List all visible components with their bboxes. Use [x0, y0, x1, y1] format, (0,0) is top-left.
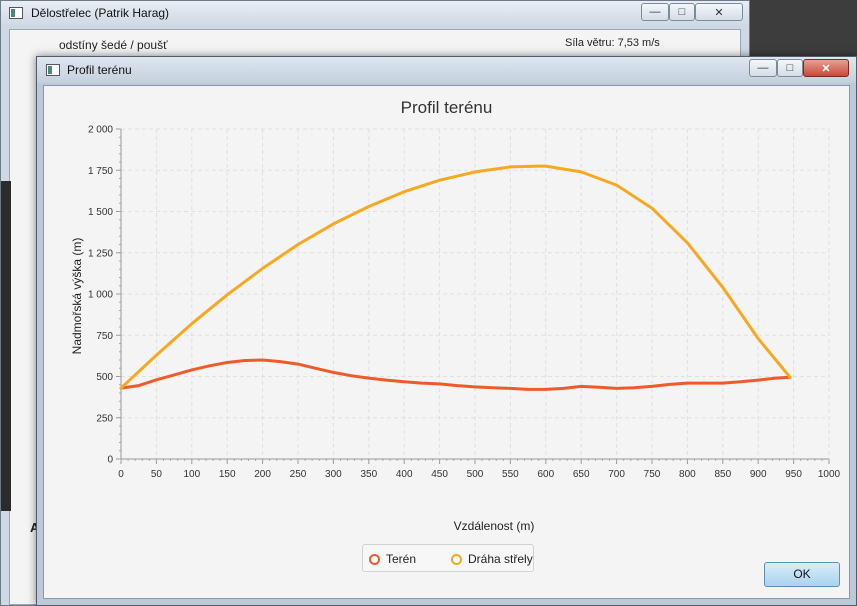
legend-item-terrain: Terén: [369, 552, 416, 566]
minimize-button[interactable]: —: [749, 59, 777, 77]
y-tick-label: 0: [107, 455, 113, 466]
trajectory-line: [119, 164, 792, 390]
x-tick-label: 0: [118, 469, 124, 480]
background-titlebar: Dělostřelec (Patrik Harag) — □ ✕: [1, 1, 749, 27]
y-tick-label: 250: [96, 413, 113, 424]
terrain-line: [119, 358, 792, 391]
minimize-button[interactable]: —: [641, 3, 669, 21]
x-tick-label: 700: [608, 469, 625, 480]
wind-label: Síla větru: 7,53 m/s: [565, 37, 660, 49]
y-tick-label: 1 500: [88, 207, 113, 218]
legend-marker-trajectory: [451, 553, 462, 565]
y-tick-label: 1 750: [88, 166, 113, 177]
close-icon: ✕: [714, 6, 724, 19]
maximize-icon: □: [786, 62, 794, 74]
x-tick-label: 550: [502, 469, 519, 480]
x-axis-label: Vzdálenost (m): [453, 519, 535, 533]
minimize-icon: —: [757, 62, 769, 74]
palette-label[interactable]: odstíny šedé / poušť: [59, 38, 168, 52]
x-tick-label: 600: [537, 469, 554, 480]
dialog-titlebar: Profil terénu — □ ✕: [37, 57, 856, 83]
close-icon: ✕: [821, 62, 831, 75]
x-tick-label: 300: [325, 469, 342, 480]
legend-marker-terrain: [369, 553, 380, 565]
maximize-button[interactable]: □: [777, 59, 803, 77]
x-tick-label: 650: [573, 469, 590, 480]
y-tick-label: 500: [96, 372, 113, 383]
x-tick-label: 450: [431, 469, 448, 480]
x-tick-label: 900: [750, 469, 767, 480]
x-tick-label: 250: [290, 469, 307, 480]
x-tick-label: 100: [183, 469, 200, 480]
y-tick-label: 1 250: [88, 248, 113, 259]
y-tick-label: 1 000: [88, 290, 113, 301]
dialog-title: Profil terénu: [67, 63, 132, 77]
x-tick-label: 500: [467, 469, 484, 480]
y-tick-label: 2 000: [88, 125, 113, 136]
maximize-button[interactable]: □: [669, 3, 695, 21]
x-tick-label: 200: [254, 469, 271, 480]
close-button[interactable]: ✕: [695, 3, 743, 21]
app-icon: [46, 64, 60, 76]
close-button[interactable]: ✕: [803, 59, 849, 77]
legend-label-terrain: Terén: [386, 552, 417, 566]
x-tick-label: 950: [785, 469, 802, 480]
x-tick-label: 350: [360, 469, 377, 480]
legend-label-trajectory: Dráha střely: [468, 552, 533, 566]
maximize-icon: □: [678, 6, 686, 18]
background-canvas-edge: [1, 181, 11, 511]
ok-button[interactable]: OK: [764, 562, 840, 587]
x-tick-label: 800: [679, 469, 696, 480]
chart-legend: Terén Dráha střely: [362, 544, 534, 572]
x-tick-label: 50: [151, 469, 163, 480]
app-icon: [9, 7, 23, 19]
y-tick-label: 750: [96, 331, 113, 342]
x-tick-label: 400: [396, 469, 413, 480]
dialog-client: Profil terénu 0 50 100 150 200 250 300 350 400 45…: [43, 85, 850, 599]
x-tick-label: 750: [644, 469, 661, 480]
y-axis-label: Nadmořská výška (m): [70, 237, 84, 355]
terrain-profile-dialog: Profil terénu — □ ✕ Profil terénu 0 50 100…: [36, 56, 857, 606]
background-window-title: Dělostřelec (Patrik Harag): [31, 6, 170, 20]
x-tick-label: 150: [219, 469, 236, 480]
minimize-icon: —: [649, 6, 661, 18]
x-tick-label: 1000: [818, 469, 841, 480]
x-tick-label: 850: [714, 469, 731, 480]
legend-item-trajectory: Dráha střely: [451, 552, 533, 566]
